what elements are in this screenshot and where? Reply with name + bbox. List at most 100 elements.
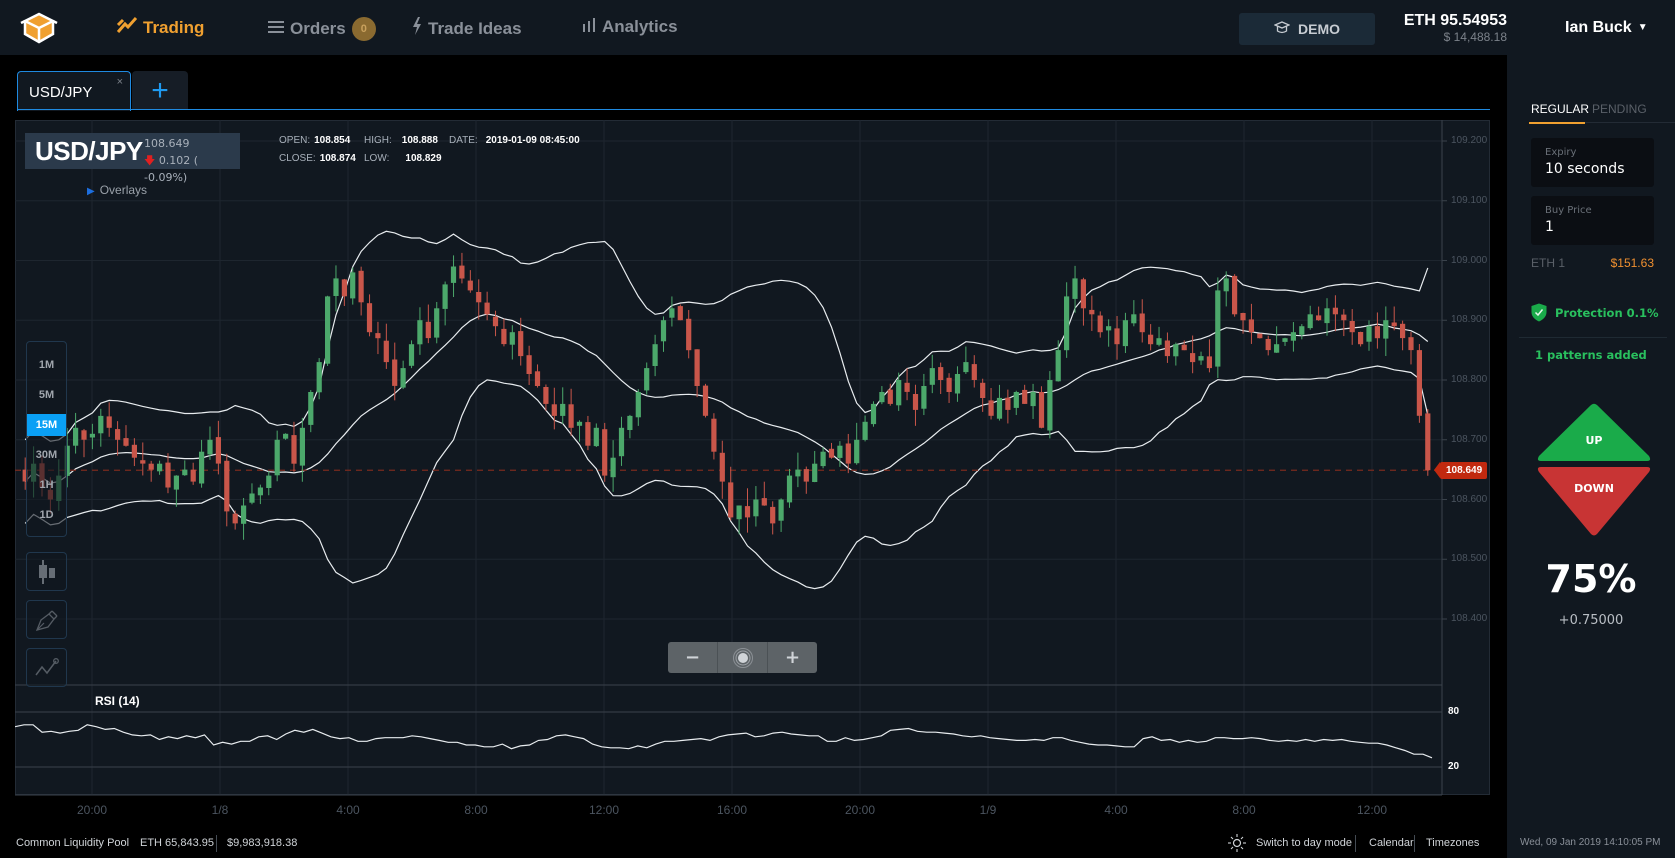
logo-icon[interactable] [20, 12, 58, 44]
timeframe-5m[interactable]: 5M [27, 384, 66, 406]
switch-day-mode-link[interactable]: Switch to day mode [1256, 837, 1352, 849]
down-button[interactable]: DOWN [1537, 467, 1651, 536]
candle-body [207, 439, 213, 455]
timeframe-1m[interactable]: 1M [27, 354, 66, 376]
candle-body [325, 296, 331, 364]
candle-body [1316, 315, 1322, 321]
timeframe-selector: 1M 5M 15M 30M 1H 1D [26, 341, 67, 537]
ohlc-close: CLOSE: 108.874 [279, 153, 356, 164]
indicators-button[interactable] [26, 648, 67, 687]
candle-body [887, 389, 893, 404]
chart-type-button[interactable] [26, 552, 67, 591]
price-chart[interactable] [15, 120, 1490, 830]
tab-usd-jpy[interactable]: USD/JPY × [17, 71, 131, 111]
timeframe-15m[interactable]: 15M [27, 414, 66, 436]
price-axis-label: 108.800 [1451, 374, 1488, 385]
candle-body [736, 505, 742, 520]
candle-body [299, 427, 305, 466]
symbol-price: 108.649 [144, 137, 190, 150]
patterns-added-link[interactable]: 1 patterns added [1535, 348, 1647, 362]
candle-body [484, 302, 490, 315]
candle-body [274, 439, 280, 476]
candle-body [1080, 279, 1086, 309]
candle-body [938, 367, 944, 380]
candle-body [1030, 392, 1036, 407]
buy-price-field[interactable]: Buy Price 1 [1531, 196, 1654, 245]
drawing-tool-button[interactable] [26, 600, 67, 639]
zoom-controls: − + [668, 642, 817, 673]
candle-body [492, 316, 499, 327]
nav-orders[interactable]: Orders 0 [268, 17, 376, 41]
demo-button[interactable]: DEMO [1239, 13, 1375, 45]
arrow-down-icon: 🡇 [144, 154, 156, 167]
candle-body [1190, 353, 1196, 363]
protection-label: Protection 0.1% [1555, 305, 1659, 320]
candle-body [123, 438, 129, 446]
tab-pending[interactable]: PENDING [1592, 102, 1647, 116]
protection-toggle[interactable]: Protection 0.1% [1531, 303, 1659, 322]
candle-body [761, 498, 767, 506]
active-tab-indicator [1529, 122, 1585, 124]
nav-trading-label: Trading [143, 17, 205, 37]
candle-body [585, 422, 591, 446]
candle-body [593, 427, 599, 447]
close-tab-icon[interactable]: × [117, 76, 123, 88]
timezones-link[interactable]: Timezones [1426, 837, 1479, 849]
user-menu[interactable]: Ian Buck ▼ [1565, 19, 1648, 37]
candle-body [450, 266, 457, 283]
candle-body [249, 493, 255, 503]
up-down-buttons: UP DOWN [1536, 403, 1652, 542]
current-datetime: Wed, 09 Jan 2019 14:10:05 PM [1520, 837, 1661, 848]
candle-body [190, 469, 196, 482]
zoom-reset-button[interactable] [718, 642, 768, 673]
candle-body [400, 368, 406, 388]
candle-body [644, 368, 650, 391]
bollinger-lower [24, 365, 1429, 590]
symbol-header: USD/JPY 108.649 🡇 0.102 ( -0.09%) [25, 133, 240, 184]
candle-body [442, 284, 448, 309]
price-axis-label: 108.700 [1451, 433, 1488, 445]
candle-body [786, 475, 793, 503]
timeframe-1h[interactable]: 1H [27, 474, 66, 496]
add-tab-button[interactable]: + [132, 71, 188, 110]
overlays-toggle[interactable]: ▶ Overlays [87, 183, 147, 197]
candle-body [1122, 320, 1128, 347]
candlestick-icon [39, 560, 55, 584]
candle-body [182, 469, 188, 476]
candle-body [408, 344, 415, 366]
top-nav: Trading Orders 0 Trade Ideas Analytics D… [0, 0, 1675, 55]
price-axis-label: 109.100 [1451, 194, 1488, 206]
tab-regular[interactable]: REGULAR [1531, 102, 1589, 116]
candle-body [232, 513, 238, 524]
usd-amount: $151.63 [1610, 256, 1654, 270]
triangle-right-icon: ▶ [87, 186, 95, 197]
up-button[interactable]: UP [1537, 403, 1651, 461]
nav-trade-ideas[interactable]: Trade Ideas [412, 17, 522, 40]
rsi-line [15, 724, 1433, 759]
candle-body [308, 392, 314, 425]
graduation-cap-icon [1273, 20, 1291, 38]
timeframe-1d[interactable]: 1D [27, 504, 66, 526]
candle-body [1265, 339, 1271, 351]
candle-body [904, 382, 910, 392]
candle-body [954, 374, 961, 394]
up-label: UP [1586, 434, 1603, 447]
zoom-in-button[interactable]: + [768, 642, 817, 673]
caret-down-icon: ▼ [1637, 22, 1648, 33]
divider [1414, 835, 1415, 852]
expiry-field[interactable]: Expiry 10 seconds [1531, 138, 1654, 187]
nav-trading[interactable]: Trading [116, 17, 205, 38]
candle-body [1299, 326, 1305, 335]
time-axis-label: 12:00 [1356, 803, 1388, 817]
zoom-out-button[interactable]: − [668, 642, 718, 673]
timeframe-30m[interactable]: 30M [27, 444, 66, 466]
candle-body [669, 308, 675, 318]
calendar-link[interactable]: Calendar [1369, 837, 1414, 849]
candle-body [1047, 380, 1053, 431]
high-label: HIGH: [364, 135, 392, 146]
candle-body [341, 279, 347, 297]
candle-body [1232, 275, 1238, 315]
candle-body [576, 421, 583, 426]
candle-body [459, 265, 465, 279]
nav-analytics[interactable]: Analytics [582, 17, 678, 37]
